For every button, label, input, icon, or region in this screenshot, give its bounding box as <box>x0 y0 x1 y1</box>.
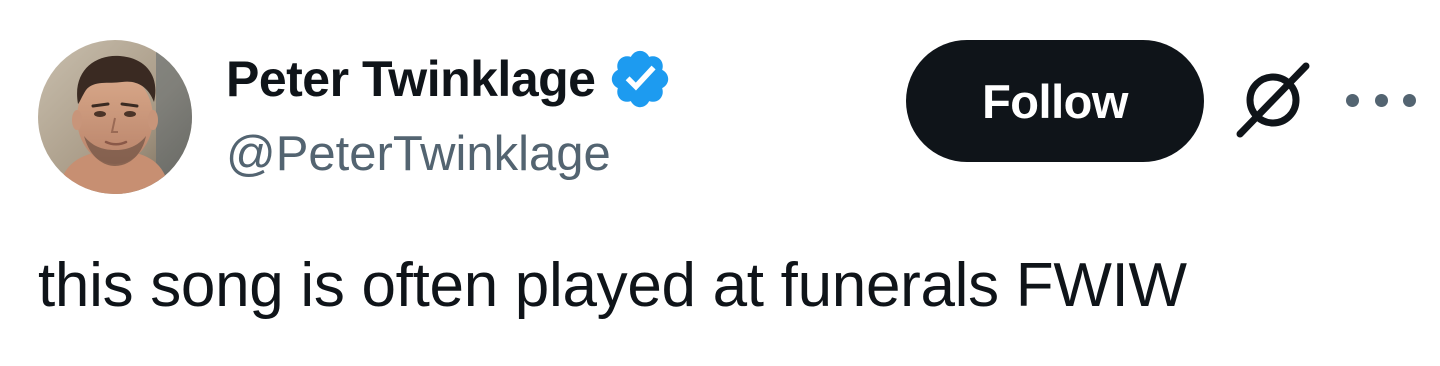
tweet-card: Peter Twinklage @PeterTwinklage Follow t… <box>0 0 1440 366</box>
verified-badge-icon[interactable] <box>607 46 673 112</box>
author-display-name[interactable]: Peter Twinklage <box>226 50 596 108</box>
grok-icon[interactable] <box>1230 60 1316 140</box>
author-name-row: Peter Twinklage <box>226 46 673 112</box>
more-options-icon[interactable] <box>1346 76 1416 124</box>
follow-button[interactable]: Follow <box>906 40 1204 162</box>
more-dot <box>1403 93 1416 107</box>
more-dot <box>1374 93 1388 107</box>
author-avatar[interactable] <box>38 40 192 194</box>
avatar-image <box>38 40 192 194</box>
author-handle[interactable]: @PeterTwinklage <box>226 126 611 182</box>
more-dot <box>1346 93 1359 107</box>
tweet-text: this song is often played at funerals FW… <box>38 251 1187 320</box>
